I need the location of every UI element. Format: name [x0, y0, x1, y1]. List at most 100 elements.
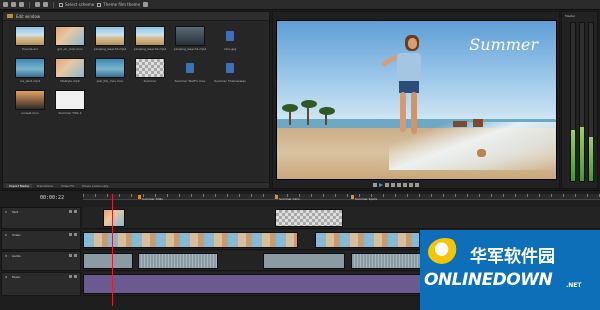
timeline-marker[interactable] — [275, 195, 278, 199]
track-header-music[interactable]: 4 Music — [1, 272, 81, 296]
prev-frame-icon[interactable] — [397, 183, 401, 187]
select-scheme-button[interactable]: Select scheme — [59, 2, 94, 7]
timeline-clip[interactable] — [83, 253, 133, 269]
logo-icon — [428, 238, 462, 266]
ruler-tick — [191, 194, 192, 197]
track-header-text[interactable]: 1 Text — [1, 207, 81, 229]
theme-label: Theme film theme — [103, 2, 141, 7]
timeline-clip[interactable] — [103, 209, 125, 227]
beach-hut — [473, 119, 483, 127]
mute-icon[interactable] — [69, 254, 72, 257]
media-thumbnail[interactable] — [135, 58, 165, 78]
watermark-logo: 华军软件园 ONLINEDOWN .NET — [420, 230, 600, 310]
media-thumbnail[interactable] — [15, 58, 45, 78]
folder-icon[interactable] — [7, 14, 13, 18]
media-pool-header-label: Edit window — [16, 13, 41, 19]
timeline-clip[interactable] — [263, 253, 345, 269]
timeline-ruler[interactable]: Summer Stills Summer Intro Summer Spots — [83, 194, 600, 201]
ruler-tick — [215, 194, 216, 197]
tab-video-fx[interactable]: Video FX — [58, 184, 77, 188]
open-folder-icon[interactable] — [11, 2, 16, 7]
palm-crown — [282, 104, 298, 112]
track-number: 2 — [5, 233, 7, 237]
track-lane-text[interactable] — [83, 207, 600, 229]
fast-forward-icon[interactable] — [409, 183, 413, 187]
mute-icon[interactable] — [69, 233, 72, 236]
rewind-icon[interactable] — [373, 183, 377, 187]
media-thumbnail[interactable] — [55, 58, 85, 78]
save-icon[interactable] — [19, 2, 24, 7]
timeline-clip[interactable] — [83, 232, 298, 248]
ruler-tick — [491, 194, 492, 197]
ruler-tick — [467, 194, 468, 197]
palm-crown — [319, 107, 335, 115]
pause-icon[interactable] — [385, 183, 389, 187]
media-thumbnail[interactable] — [95, 58, 125, 78]
next-frame-icon[interactable] — [403, 183, 407, 187]
new-file-icon[interactable] — [3, 2, 8, 7]
ruler-tick — [551, 194, 552, 197]
ruler-tick — [347, 194, 348, 197]
stop-icon[interactable] — [391, 183, 395, 187]
tab-import-media[interactable]: Import Media — [6, 183, 32, 188]
ruler-tick — [383, 194, 384, 197]
media-thumbnail[interactable] — [215, 58, 245, 78]
redo-icon[interactable] — [43, 2, 48, 7]
ruler-tick — [95, 194, 96, 197]
timeline-clip[interactable] — [138, 253, 218, 269]
media-thumbnail[interactable] — [15, 90, 45, 110]
timeline-clip[interactable] — [275, 209, 343, 227]
theme-button[interactable]: Theme film theme — [97, 2, 140, 7]
media-thumbnail[interactable] — [175, 58, 205, 78]
media-thumbnail[interactable] — [135, 26, 165, 46]
media-thumbnail[interactable] — [215, 26, 245, 46]
ruler-tick — [575, 194, 576, 197]
media-thumbnail[interactable] — [95, 26, 125, 46]
timeline-clip[interactable] — [83, 274, 421, 294]
timeline-clip[interactable] — [351, 253, 421, 269]
media-thumbnail[interactable] — [55, 26, 85, 46]
timeline-marker-label: Summer Spots — [355, 197, 378, 201]
ruler-tick — [227, 194, 228, 197]
watermark-net-text: .NET — [566, 282, 582, 289]
playhead[interactable] — [112, 194, 113, 306]
meter-label: Master — [565, 14, 576, 18]
master-meter-panel: Master — [561, 11, 598, 189]
loop-icon[interactable] — [415, 183, 419, 187]
ruler-tick — [119, 194, 120, 197]
media-thumbnail[interactable] — [175, 26, 205, 46]
theme-icon — [97, 2, 102, 7]
ruler-tick — [239, 194, 240, 197]
media-thumbnail-label: Summer TextFx.mov — [174, 79, 206, 83]
solo-icon[interactable] — [74, 210, 77, 213]
level-meter — [570, 22, 576, 182]
timeline-marker[interactable] — [138, 195, 141, 199]
settings-icon[interactable] — [143, 2, 149, 7]
mute-icon[interactable] — [69, 210, 72, 213]
tab-transitions[interactable]: Transitions — [34, 184, 56, 188]
timeline-clip[interactable] — [315, 232, 420, 248]
media-thumbnail-label: jumping_beach3.mp4 — [93, 47, 127, 51]
undo-icon[interactable] — [35, 2, 40, 7]
media-thumbnail[interactable] — [55, 90, 85, 110]
file-icon — [226, 63, 234, 73]
track-header-audio[interactable]: 3 Audio — [1, 251, 81, 271]
solo-icon[interactable] — [74, 233, 77, 236]
media-thumbnail-label: intro.jpg — [223, 47, 237, 51]
ruler-tick — [179, 194, 180, 197]
ruler-tick — [407, 194, 408, 197]
track-header-video[interactable]: 2 Video — [1, 230, 81, 250]
media-thumbnail-label: Summer Themeswav — [214, 79, 246, 83]
solo-icon[interactable] — [74, 254, 77, 257]
preview-video-frame[interactable]: Summer — [276, 20, 557, 180]
mute-icon[interactable] — [69, 275, 72, 278]
timeline-marker[interactable] — [351, 195, 354, 199]
media-thumbnail[interactable] — [15, 26, 45, 46]
solo-icon[interactable] — [74, 275, 77, 278]
file-icon — [226, 31, 234, 41]
ruler-tick — [83, 194, 84, 197]
select-scheme-label: Select scheme — [65, 2, 95, 7]
tab-movie-looks[interactable]: Movie Looks Lazy — [79, 184, 111, 188]
level-meter-fill — [589, 136, 593, 181]
play-icon[interactable] — [379, 183, 383, 187]
